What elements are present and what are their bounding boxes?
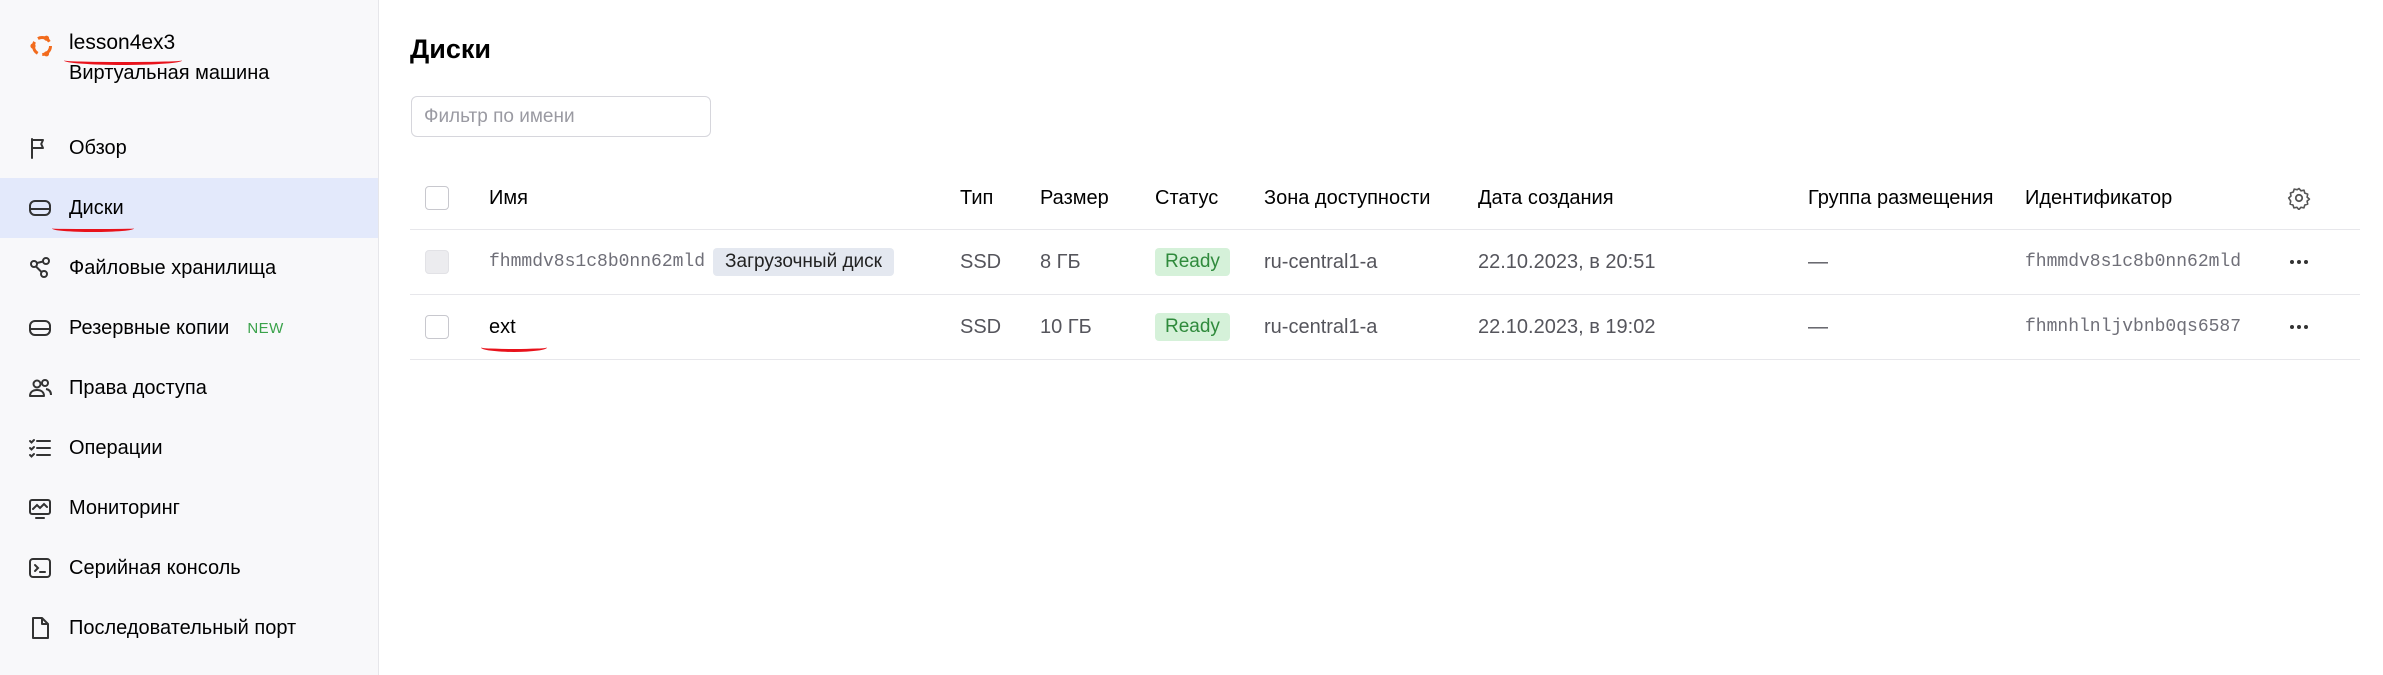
row-checkbox[interactable]	[425, 315, 449, 339]
disk-type: SSD	[960, 250, 1002, 273]
sidebar-item-label: Диски	[69, 196, 124, 219]
sidebar-item-label: Последовательный порт	[69, 616, 297, 639]
sidebar-item-serial-console[interactable]: Серийная консоль	[0, 538, 378, 598]
column-header-size[interactable]: Размер	[1040, 167, 1109, 229]
sidebar: lesson4ex3 Виртуальная машина Обзор Диск…	[0, 0, 379, 675]
vm-header: lesson4ex3 Виртуальная машина	[0, 0, 379, 100]
ubuntu-icon	[28, 32, 56, 60]
sidebar-item-label: Операции	[69, 436, 163, 459]
more-horizontal-icon	[2287, 250, 2311, 274]
disk-name[interactable]: fhmmdv8s1c8b0nn62mld	[489, 252, 705, 272]
column-header-id[interactable]: Идентификатор	[2025, 167, 2172, 229]
sidebar-item-label: Права доступа	[69, 376, 207, 399]
select-all-checkbox[interactable]	[425, 186, 449, 210]
disk-placement: —	[1808, 315, 1828, 338]
column-header-created[interactable]: Дата создания	[1478, 167, 1614, 229]
sidebar-item-disks[interactable]: Диски	[0, 178, 378, 238]
annotation-underline	[481, 343, 547, 352]
row-actions-button[interactable]	[2287, 230, 2311, 294]
column-header-status[interactable]: Статус	[1155, 167, 1218, 229]
disk-size: 8 ГБ	[1040, 250, 1081, 273]
vm-subtitle: Виртуальная машина	[69, 62, 270, 84]
sidebar-item-overview[interactable]: Обзор	[0, 118, 378, 178]
persons-icon	[27, 375, 53, 401]
row-actions-button[interactable]	[2287, 295, 2311, 359]
row-checkbox	[425, 250, 449, 274]
sidebar-item-backups[interactable]: Резервные копии NEW	[0, 298, 378, 358]
disk-name[interactable]: ext	[489, 316, 516, 339]
disk-zone: ru-central1-a	[1264, 315, 1378, 338]
new-badge: NEW	[247, 319, 284, 337]
disk-size: 10 ГБ	[1040, 315, 1092, 338]
sidebar-item-operations[interactable]: Операции	[0, 418, 378, 478]
sidebar-item-access-rights[interactable]: Права доступа	[0, 358, 378, 418]
name-filter-input[interactable]	[411, 96, 711, 137]
column-header-placement[interactable]: Группа размещения	[1808, 167, 1993, 229]
annotation-underline	[52, 225, 134, 232]
main-content: Диски Имя Тип Размер Статус Зона доступн…	[379, 0, 2383, 675]
sidebar-item-label: Серийная консоль	[69, 556, 241, 579]
gear-icon	[2287, 186, 2311, 210]
monitor-icon	[27, 495, 53, 521]
sidebar-nav: Обзор Диски Файловые хранилища Резервные…	[0, 118, 378, 658]
sidebar-item-serial-port[interactable]: Последовательный порт	[0, 598, 378, 658]
sidebar-item-monitoring[interactable]: Мониторинг	[0, 478, 378, 538]
disk-created: 22.10.2023, в 20:51	[1478, 250, 1656, 273]
disk-id: fhmmdv8s1c8b0nn62mld	[2025, 252, 2242, 272]
column-header-zone[interactable]: Зона доступности	[1264, 167, 1430, 229]
sidebar-item-label: Обзор	[69, 136, 127, 159]
status-badge: Ready	[1155, 313, 1230, 341]
column-header-name[interactable]: Имя	[489, 167, 528, 229]
disk-type: SSD	[960, 315, 1002, 338]
sidebar-item-label: Мониторинг	[69, 496, 180, 519]
sidebar-item-file-storages[interactable]: Файловые хранилища	[0, 238, 378, 298]
more-horizontal-icon	[2287, 315, 2311, 339]
disk-zone: ru-central1-a	[1264, 250, 1378, 273]
page-title: Диски	[410, 34, 491, 64]
status-badge: Ready	[1155, 248, 1230, 276]
backup-disk-icon	[27, 315, 53, 341]
list-icon	[27, 435, 53, 461]
flag-icon	[27, 135, 53, 161]
table-row[interactable]: fhmmdv8s1c8b0nn62mld Загрузочный диск SS…	[410, 230, 2360, 295]
vm-name: lesson4ex3	[69, 31, 176, 54]
disk-id: fhmnhlnljvbnb0qs6587	[2025, 317, 2242, 337]
disk-created: 22.10.2023, в 19:02	[1478, 315, 1656, 338]
column-header-type[interactable]: Тип	[960, 167, 993, 229]
file-icon	[27, 615, 53, 641]
table-row[interactable]: ext SSD 10 ГБ Ready ru-central1-a 22.10.…	[410, 295, 2360, 360]
table-header-row: Имя Тип Размер Статус Зона доступности Д…	[410, 167, 2360, 230]
disks-table: Имя Тип Размер Статус Зона доступности Д…	[410, 167, 2360, 360]
disk-icon	[27, 195, 53, 221]
sidebar-item-label: Резервные копии	[69, 316, 230, 339]
boot-disk-tag: Загрузочный диск	[713, 248, 894, 276]
table-settings-button[interactable]	[2287, 167, 2311, 229]
disk-placement: —	[1808, 250, 1828, 273]
terminal-icon	[27, 555, 53, 581]
share-icon	[27, 255, 53, 281]
sidebar-item-label: Файловые хранилища	[69, 256, 277, 279]
